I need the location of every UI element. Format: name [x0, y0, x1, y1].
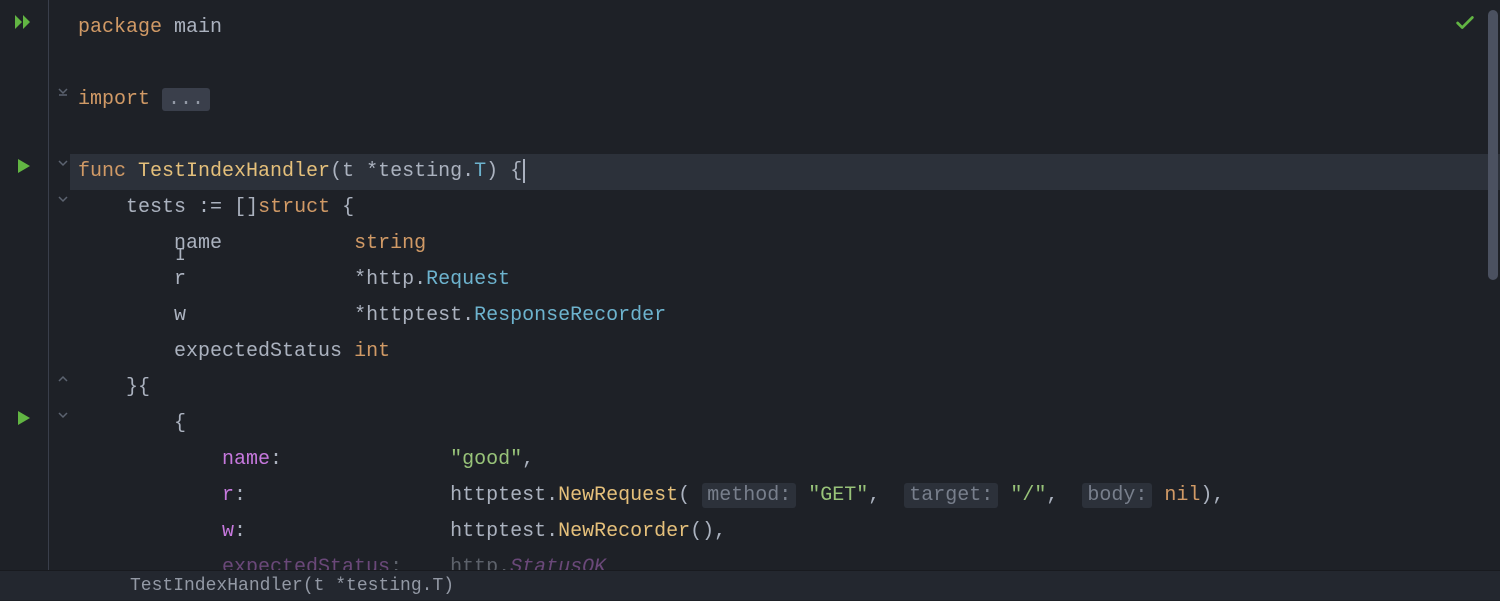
- const: nil: [1164, 484, 1200, 507]
- punct: (),: [690, 520, 726, 543]
- op: *: [366, 160, 378, 183]
- punct: }{: [126, 376, 150, 399]
- type: ResponseRecorder: [474, 304, 666, 327]
- brace: {: [342, 196, 354, 219]
- field: r: [174, 268, 186, 291]
- breadcrumb[interactable]: TestIndexHandler(t *testing.T): [0, 570, 1500, 600]
- code-line[interactable]: name: "good",: [70, 442, 1500, 478]
- pkg: httptest: [450, 484, 546, 507]
- method: NewRecorder: [558, 520, 690, 543]
- keyword: func: [78, 160, 126, 183]
- string: "GET": [808, 484, 868, 507]
- code-line[interactable]: [70, 46, 1500, 82]
- fold-toggle-icon[interactable]: [56, 84, 70, 98]
- code-line[interactable]: name string: [70, 226, 1500, 262]
- code-line-current[interactable]: func TestIndexHandler(t *testing.T) {: [70, 154, 1500, 190]
- type: T: [474, 160, 486, 183]
- param: t: [342, 160, 354, 183]
- string: "/": [1010, 484, 1046, 507]
- punct: .: [546, 484, 558, 507]
- field: expectedStatus: [174, 340, 342, 363]
- fold-toggle-icon[interactable]: [56, 372, 70, 386]
- pkg: httptest: [366, 304, 462, 327]
- run-test-icon[interactable]: [14, 156, 34, 176]
- punct: (: [678, 484, 690, 507]
- type: int: [354, 340, 390, 363]
- punct: :: [270, 448, 282, 471]
- field: w: [222, 520, 234, 543]
- brace: {: [510, 160, 522, 183]
- op: *: [354, 268, 366, 291]
- code-line[interactable]: package main: [70, 10, 1500, 46]
- pkg: testing: [378, 160, 462, 183]
- fold-toggle-icon[interactable]: [56, 192, 70, 206]
- code-line[interactable]: import ...: [70, 82, 1500, 118]
- code-line[interactable]: {: [70, 406, 1500, 442]
- code-line[interactable]: r *http.Request: [70, 262, 1500, 298]
- code-line[interactable]: expectedStatus int: [70, 334, 1500, 370]
- code-area[interactable]: I package main import ... func TestIndex…: [70, 0, 1500, 600]
- pkg: httptest: [450, 520, 546, 543]
- punct: []: [234, 196, 258, 219]
- code-line[interactable]: r: httptest.NewRequest( method: "GET", t…: [70, 478, 1500, 514]
- ident: tests: [126, 196, 186, 219]
- code-line[interactable]: tests := []struct {: [70, 190, 1500, 226]
- run-all-icon[interactable]: [14, 12, 34, 32]
- field: name: [222, 448, 270, 471]
- punct: ,: [868, 484, 880, 507]
- scrollbar-thumb[interactable]: [1488, 10, 1498, 280]
- string: "good": [450, 448, 522, 471]
- op: :=: [198, 196, 222, 219]
- punct: ),: [1200, 484, 1224, 507]
- pkg: http: [366, 268, 414, 291]
- field: r: [222, 484, 234, 507]
- code-line[interactable]: [70, 118, 1500, 154]
- inspection-ok-icon[interactable]: [1454, 12, 1476, 41]
- code-editor[interactable]: I package main import ... func TestIndex…: [0, 0, 1500, 600]
- indent-guide: [48, 0, 49, 600]
- keyword: import: [78, 88, 150, 111]
- punct: .: [462, 160, 474, 183]
- identifier: main: [174, 16, 222, 39]
- keyword: struct: [258, 196, 330, 219]
- op: *: [354, 304, 366, 327]
- method: NewRequest: [558, 484, 678, 507]
- punct: .: [546, 520, 558, 543]
- text-cursor-icon: I: [175, 246, 186, 266]
- punct: .: [414, 268, 426, 291]
- punct: ,: [522, 448, 534, 471]
- keyword: package: [78, 16, 162, 39]
- code-line[interactable]: w *httptest.ResponseRecorder: [70, 298, 1500, 334]
- fold-toggle-icon[interactable]: [56, 408, 70, 422]
- punct: ): [486, 160, 498, 183]
- param-hint: method:: [702, 483, 796, 508]
- punct: :: [234, 520, 246, 543]
- punct: .: [462, 304, 474, 327]
- code-line[interactable]: w: httptest.NewRecorder(),: [70, 514, 1500, 550]
- breadcrumb-text: TestIndexHandler(t *testing.T): [130, 576, 454, 596]
- param-hint: body:: [1082, 483, 1152, 508]
- code-line[interactable]: }{: [70, 370, 1500, 406]
- func-name: TestIndexHandler: [138, 160, 330, 183]
- caret: [523, 159, 525, 183]
- fold-toggle-icon[interactable]: [56, 156, 70, 170]
- fold-column: [58, 0, 70, 600]
- fold-marker[interactable]: ...: [162, 88, 210, 111]
- type: Request: [426, 268, 510, 291]
- type: string: [354, 232, 426, 255]
- punct: ,: [1046, 484, 1058, 507]
- punct: :: [234, 484, 246, 507]
- brace: {: [174, 412, 186, 435]
- gutter: [0, 0, 70, 600]
- punct: (: [330, 160, 342, 183]
- param-hint: target:: [904, 483, 998, 508]
- field: w: [174, 304, 186, 327]
- run-case-icon[interactable]: [14, 408, 34, 428]
